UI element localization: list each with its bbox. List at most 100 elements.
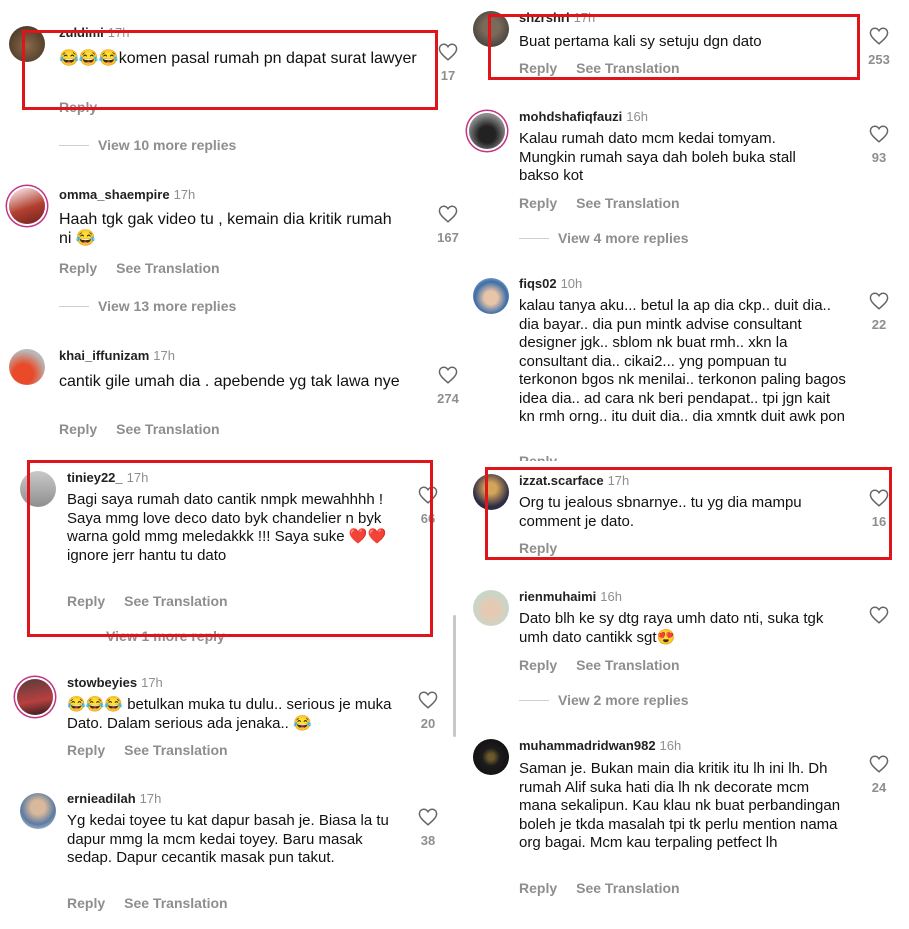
reply-button[interactable]: Reply bbox=[59, 99, 97, 115]
comment-meta: omma_shaempire 17h bbox=[59, 187, 195, 202]
comment-text: 😂😂😂komen pasal rumah pn dapat surat lawy… bbox=[59, 50, 417, 67]
username[interactable]: rienmuhaimi bbox=[519, 589, 596, 604]
heart-icon bbox=[869, 125, 889, 143]
username[interactable]: mohdshafiqfauzi bbox=[519, 109, 622, 124]
view-more-replies[interactable]: View 4 more replies bbox=[519, 230, 688, 246]
like-button[interactable]: 253 bbox=[864, 27, 894, 67]
avatar[interactable] bbox=[9, 26, 45, 62]
avatar[interactable] bbox=[9, 349, 45, 385]
like-count: 93 bbox=[871, 150, 887, 165]
comment-text: Org tu jealous sbnarnye.. tu yg dia mamp… bbox=[519, 494, 802, 530]
reply-button[interactable]: Reply bbox=[519, 657, 557, 673]
reply-button[interactable]: Reply bbox=[67, 895, 105, 911]
view-more-replies[interactable]: View 13 more replies bbox=[59, 298, 236, 314]
reply-button[interactable]: Reply bbox=[59, 260, 97, 276]
username[interactable]: shzrshrl bbox=[519, 10, 570, 25]
reply-button[interactable]: Reply bbox=[519, 880, 557, 896]
like-button[interactable]: 20 bbox=[413, 691, 443, 731]
avatar[interactable] bbox=[473, 474, 509, 510]
comment-text: Haah tgk gak video tu , kemain dia kriti… bbox=[59, 211, 392, 247]
comment-actions: Reply See Translation bbox=[519, 195, 680, 211]
comment-text: 😂😂😂 betulkan muka tu dulu.. serious je m… bbox=[67, 696, 392, 732]
left-comment-column: zuldimi 17h 😂😂😂komen pasal rumah pn dapat… bbox=[0, 0, 460, 929]
like-count: 253 bbox=[868, 52, 890, 67]
see-translation-button[interactable]: See Translation bbox=[576, 195, 679, 211]
like-button[interactable]: 24 bbox=[864, 755, 894, 795]
see-translation-button[interactable]: See Translation bbox=[116, 260, 219, 276]
comment-meta: shzrshrl 17h bbox=[519, 10, 595, 25]
avatar[interactable] bbox=[473, 590, 509, 626]
comment-text: Yg kedai toyee tu kat dapur basah je. Bi… bbox=[67, 812, 389, 866]
timestamp: 17h bbox=[573, 10, 596, 25]
avatar[interactable] bbox=[473, 739, 509, 775]
avatar[interactable] bbox=[17, 679, 53, 715]
like-button[interactable]: 17 bbox=[433, 43, 463, 83]
reply-button[interactable]: Reply bbox=[519, 453, 557, 461]
username[interactable]: zuldimi bbox=[59, 25, 104, 40]
avatar[interactable] bbox=[20, 793, 56, 829]
username[interactable]: khai_iffunizam bbox=[59, 348, 149, 363]
username[interactable]: ernieadilah bbox=[67, 791, 136, 806]
see-translation-button[interactable]: See Translation bbox=[124, 895, 227, 911]
see-translation-button[interactable]: See Translation bbox=[576, 60, 679, 76]
view-more-replies[interactable]: View 10 more replies bbox=[59, 137, 236, 153]
reply-button[interactable]: Reply bbox=[519, 195, 557, 211]
comment-meta: izzat.scarface 17h bbox=[519, 473, 629, 488]
username[interactable]: tiniey22_ bbox=[67, 470, 123, 485]
divider bbox=[67, 635, 97, 637]
username[interactable]: omma_shaempire bbox=[59, 187, 170, 202]
like-count: 20 bbox=[420, 716, 436, 731]
like-button[interactable]: 274 bbox=[433, 366, 463, 406]
like-button[interactable] bbox=[864, 606, 894, 624]
see-translation-button[interactable]: See Translation bbox=[124, 742, 227, 758]
like-button[interactable]: 167 bbox=[433, 205, 463, 245]
like-count: 16 bbox=[871, 514, 887, 529]
like-button[interactable]: 38 bbox=[413, 808, 443, 848]
comment-meta: fiqs02 10h bbox=[519, 276, 582, 291]
view-more-replies[interactable]: View 1 more reply bbox=[67, 628, 225, 644]
heart-icon bbox=[438, 43, 458, 61]
avatar[interactable] bbox=[9, 188, 45, 224]
heart-icon bbox=[869, 606, 889, 624]
avatar[interactable] bbox=[469, 113, 505, 149]
see-translation-button[interactable]: See Translation bbox=[124, 593, 227, 609]
username[interactable]: izzat.scarface bbox=[519, 473, 604, 488]
heart-icon bbox=[869, 755, 889, 773]
scrollbar[interactable] bbox=[453, 615, 456, 737]
comment-meta: stowbeyies 17h bbox=[67, 675, 163, 690]
timestamp: 16h bbox=[600, 589, 622, 604]
comment-actions: Reply See Translation bbox=[67, 895, 228, 911]
comment-text: cantik gile umah dia . apebende yg tak l… bbox=[59, 373, 400, 390]
like-button[interactable]: 22 bbox=[864, 292, 894, 332]
comment-actions: Reply bbox=[59, 99, 97, 115]
like-button[interactable]: 66 bbox=[413, 486, 443, 526]
reply-button[interactable]: Reply bbox=[67, 742, 105, 758]
timestamp: 16h bbox=[659, 738, 682, 753]
avatar[interactable] bbox=[473, 278, 509, 314]
divider bbox=[519, 237, 549, 239]
reply-button[interactable]: Reply bbox=[519, 60, 557, 76]
avatar[interactable] bbox=[473, 11, 509, 47]
see-translation-button[interactable]: See Translation bbox=[576, 880, 679, 896]
see-translation-button[interactable]: See Translation bbox=[116, 421, 219, 437]
comment-text: Saman je. Bukan main dia kritik itu lh i… bbox=[519, 760, 841, 851]
timestamp: 17h bbox=[139, 791, 162, 806]
reply-button[interactable]: Reply bbox=[59, 421, 97, 437]
avatar[interactable] bbox=[20, 471, 56, 507]
username[interactable]: stowbeyies bbox=[67, 675, 137, 690]
divider bbox=[59, 305, 89, 307]
see-translation-button[interactable]: See Translation bbox=[576, 657, 679, 673]
like-count: 274 bbox=[437, 391, 459, 406]
comment-text: kalau tanya aku... betul la ap dia ckp..… bbox=[519, 297, 846, 425]
heart-icon bbox=[418, 691, 438, 709]
username[interactable]: muhammadridwan982 bbox=[519, 738, 656, 753]
timestamp: 17h bbox=[107, 25, 130, 40]
view-more-replies[interactable]: View 2 more replies bbox=[519, 692, 688, 708]
comment-text: Kalau rumah dato mcm kedai tomyam. Mungk… bbox=[519, 130, 796, 184]
like-button[interactable]: 16 bbox=[864, 489, 894, 529]
reply-button[interactable]: Reply bbox=[67, 593, 105, 609]
username[interactable]: fiqs02 bbox=[519, 276, 557, 291]
like-button[interactable]: 93 bbox=[864, 125, 894, 165]
comment-meta: muhammadridwan982 16h bbox=[519, 738, 681, 753]
reply-button[interactable]: Reply bbox=[519, 540, 557, 556]
